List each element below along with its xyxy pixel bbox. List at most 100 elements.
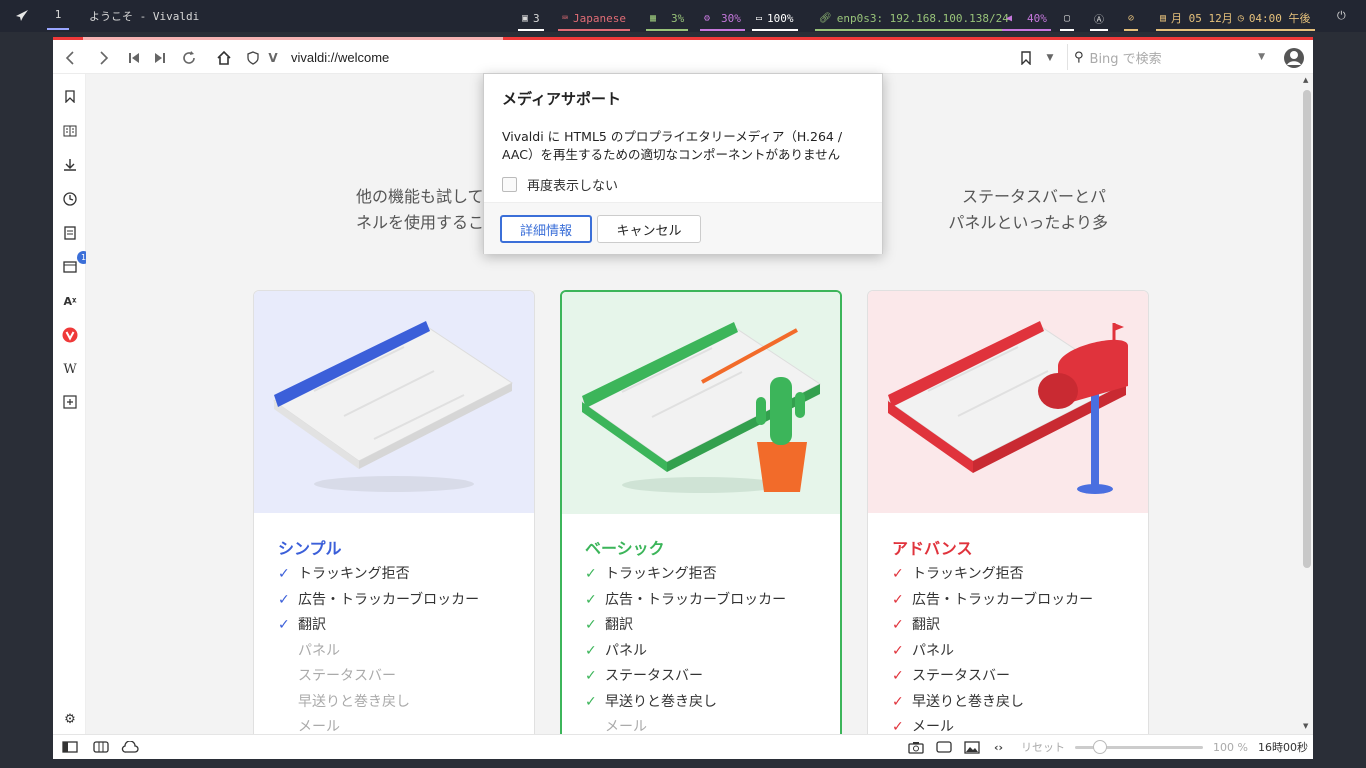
vivaldi-icon[interactable] [60, 325, 80, 345]
checkbox-box[interactable] [502, 177, 517, 192]
add-panel-icon[interactable] [60, 392, 80, 412]
monitor-icon: ▢ [1064, 12, 1071, 24]
windows-module[interactable]: ▣ 3 [518, 7, 544, 31]
cpu-module[interactable]: ⚙ 30% [700, 7, 745, 31]
url-field[interactable]: vivaldi://welcome [291, 50, 389, 65]
wikipedia-icon[interactable]: W [60, 359, 80, 379]
mail-panel-icon[interactable]: 1 [60, 251, 90, 277]
vivaldi-site-icon: V [268, 51, 278, 65]
clock-icon: ◷ [1237, 12, 1244, 24]
scrollbar-thumb[interactable] [1303, 90, 1311, 568]
check-icon: ✓ [585, 668, 597, 684]
dont-show-again-checkbox[interactable]: 再度表示しない [502, 175, 618, 194]
reading-list-icon[interactable] [60, 121, 80, 141]
check-icon: ✓ [892, 591, 904, 608]
feature-item: ✓ パネル [892, 639, 1093, 665]
tab-tiling-icon[interactable] [93, 739, 109, 755]
profile-avatar[interactable] [1283, 47, 1305, 69]
more-info-button[interactable]: 詳細情報 [500, 215, 592, 243]
capture-icon[interactable] [908, 739, 924, 755]
input-method-icon: Ⓐ [1094, 14, 1104, 26]
settings-gear-icon[interactable]: ⚙ [60, 709, 80, 729]
power-icon[interactable]: ⏻ [1337, 0, 1346, 32]
clock-module[interactable]: ▤ 月 05 12月 ◷ 04:00 午後 [1156, 7, 1315, 31]
volume-module[interactable]: ◀ 40% [1002, 7, 1051, 31]
launcher-icon[interactable] [14, 0, 30, 32]
feature-item: ✓ メール [892, 715, 1093, 734]
feature-item: メール [605, 719, 647, 734]
dialog-footer: 詳細情報 キャンセル [484, 202, 882, 254]
bookmark-icon[interactable] [1015, 47, 1037, 69]
cloud-sync-icon[interactable] [121, 739, 139, 755]
bookmarks-panel-icon[interactable] [60, 86, 80, 106]
display-module[interactable]: ▢ [1060, 7, 1075, 31]
window-icon[interactable] [936, 739, 952, 755]
basic-illustration [562, 292, 840, 514]
scroll-up-icon[interactable]: ▲ [1303, 76, 1308, 84]
reload-button[interactable] [178, 47, 200, 69]
feature-item: ✓ トラッキング拒否 [278, 562, 479, 588]
memory-module[interactable]: ▦ 3% [646, 7, 689, 31]
check-icon: ✓ [892, 668, 904, 684]
rewind-button[interactable] [123, 47, 145, 69]
card-title: アドバンス [892, 539, 973, 558]
cancel-button[interactable]: キャンセル [597, 215, 701, 243]
calendar-icon: ▤ [1160, 12, 1167, 24]
card-basic[interactable]: ベーシック ✓ トラッキング拒否 ✓ 広告・トラッカーブロッカー ✓ 翻訳 ✓ パネル … [560, 290, 842, 734]
check-icon: ✓ [892, 617, 904, 633]
vertical-scrollbar[interactable]: ▲ ▼ [1301, 74, 1313, 734]
card-advanced[interactable]: アドバンス ✓ トラッキング拒否 ✓ 広告・トラッカーブロッカー ✓ 翻訳 ✓ パネル … [867, 290, 1149, 734]
window-title: ようこそ - Vivaldi [89, 10, 200, 23]
speaker-icon: ◀ [1006, 12, 1013, 24]
zoom-slider[interactable] [1075, 739, 1205, 755]
feature-item: ステータスバー [298, 668, 396, 684]
feature-item: ✓ 広告・トラッカーブロッカー [585, 588, 786, 614]
check-icon: ✓ [278, 591, 290, 608]
feature-item: ✓ パネル [585, 639, 786, 665]
chevron-down-icon[interactable]: ▼ [1039, 47, 1061, 69]
feature-item: ✓ 翻訳 [585, 613, 786, 639]
address-bar: V vivaldi://welcome ▼ ⚲ Bing で検索 ▼ [53, 40, 1313, 74]
notes-icon[interactable] [60, 223, 80, 243]
side-panel: 1 Aᵡ W ⚙ [53, 74, 90, 734]
idle-inhibitor-module[interactable]: ⊘ [1124, 7, 1139, 31]
network-module[interactable]: 🔗︎ enp0s3: 192.168.100.138/24 [815, 7, 1013, 31]
eye-off-icon: ⊘ [1128, 12, 1135, 24]
history-icon[interactable] [60, 189, 80, 209]
search-field[interactable]: ⚲ Bing で検索 ▼ [1067, 44, 1273, 70]
scroll-down-icon[interactable]: ▼ [1303, 722, 1308, 730]
card-title: ベーシック [585, 539, 665, 558]
memory-icon: ▦ [650, 12, 657, 24]
feature-item: ✓ 早送りと巻き戻し [892, 690, 1093, 716]
home-button[interactable] [213, 47, 235, 69]
media-support-dialog: メディアサポート Vivaldi に HTML5 のプロプライエタリーメディア（… [483, 73, 883, 254]
workspace-1[interactable]: 1 [47, 0, 69, 30]
page-actions-icon[interactable]: ‹› [994, 739, 1003, 755]
zoom-level: 100 % [1213, 740, 1248, 754]
input-module[interactable]: Ⓐ [1090, 7, 1108, 31]
downloads-icon[interactable] [60, 155, 80, 175]
images-icon[interactable] [964, 739, 980, 755]
feature-item: ✓ 翻訳 [892, 613, 1093, 639]
check-icon: ✓ [892, 566, 904, 582]
chevron-down-icon[interactable]: ▼ [1258, 52, 1265, 62]
battery-module[interactable]: ▭ 100% [752, 7, 798, 31]
keyboard-module[interactable]: ⌨ Japanese [558, 7, 631, 31]
shield-icon[interactable] [245, 47, 261, 69]
check-icon: ✓ [585, 591, 597, 608]
back-button[interactable] [59, 47, 81, 69]
check-icon: ✓ [892, 693, 904, 710]
zoom-reset-button[interactable]: リセット [1021, 739, 1065, 755]
search-icon: ⚲ [1074, 49, 1084, 65]
card-simple[interactable]: シンプル ✓ トラッキング拒否 ✓ 広告・トラッカーブロッカー ✓ 翻訳 パネル ステ… [253, 290, 535, 734]
panel-toggle-icon[interactable] [62, 739, 78, 755]
forward-button[interactable] [93, 47, 115, 69]
fast-forward-button[interactable] [149, 47, 171, 69]
cpu-icon: ⚙ [704, 12, 711, 24]
check-icon: ✓ [585, 566, 597, 582]
status-clock: 16時00秒 [1258, 741, 1308, 754]
feature-item: ✓ ステータスバー [892, 664, 1093, 690]
feature-item: メール [298, 719, 340, 734]
simple-illustration [254, 291, 534, 513]
translate-icon[interactable]: Aᵡ [60, 291, 80, 311]
